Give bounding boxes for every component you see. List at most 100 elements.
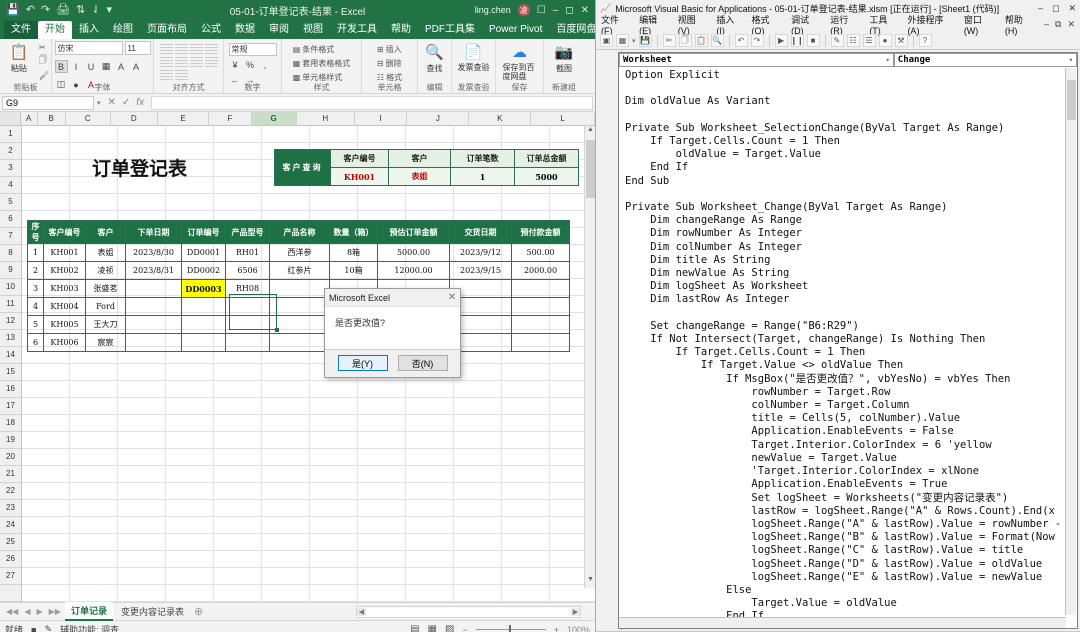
tab-file[interactable]: 文件 <box>4 21 38 39</box>
row-header[interactable] <box>0 585 21 602</box>
child-close-icon[interactable]: ✕ <box>1067 19 1075 30</box>
vertical-scrollbar[interactable]: ▲ ▼ <box>584 126 595 588</box>
scroll-right-icon[interactable]: ▶ <box>571 607 580 616</box>
ribbon-tabs[interactable]: 文件 开始 插入 绘图 页面布局 公式 数据 审阅 视图 开发工具 帮助 PDF… <box>0 20 595 39</box>
procedure-combo[interactable]: Change ▾ <box>893 53 1077 67</box>
row-header[interactable]: 22 <box>0 483 21 500</box>
bold-button[interactable]: B <box>54 60 68 73</box>
row-header[interactable]: 15 <box>0 364 21 381</box>
wrap-text-icon[interactable] <box>159 69 173 80</box>
name-box[interactable]: G9 <box>2 95 94 110</box>
cell-prepayment[interactable]: 2000.00 <box>511 261 570 280</box>
menu-tools[interactable]: 工具(T) <box>869 13 898 36</box>
active-cell-selection[interactable] <box>229 294 279 332</box>
child-restore-icon[interactable]: ⧉ <box>1055 19 1061 30</box>
close-icon[interactable]: ✕ <box>1068 3 1076 14</box>
cell-customer-id[interactable]: KH005 <box>43 315 86 334</box>
cell-product-name[interactable] <box>269 279 330 298</box>
column-header-H[interactable]: H <box>297 112 355 125</box>
cell-product-model[interactable] <box>225 333 270 352</box>
row-header[interactable]: 23 <box>0 500 21 517</box>
cell-order-id[interactable] <box>181 315 226 334</box>
table-row[interactable]: 6 KH006 宸宸 <box>27 333 570 352</box>
row-header[interactable]: 27 <box>0 568 21 585</box>
row-header[interactable]: 26 <box>0 551 21 568</box>
copy-button[interactable]: 🗍 <box>39 55 49 67</box>
save-icon[interactable]: 💾 <box>638 34 652 47</box>
tab-data[interactable]: 数据 <box>228 21 262 39</box>
cell-prepayment[interactable]: 500.00 <box>511 243 570 262</box>
cell-prepayment[interactable] <box>511 279 570 298</box>
column-header-B[interactable]: B <box>38 112 66 125</box>
query-value-customer[interactable]: 表姐 <box>388 167 451 186</box>
format-painter-button[interactable]: 🖌 <box>39 69 49 81</box>
cell-customer[interactable]: 王大刀 <box>85 315 126 334</box>
align-center-icon[interactable] <box>174 56 188 67</box>
undo-icon[interactable]: ↶ <box>26 4 35 16</box>
find-icon[interactable]: 🔍 <box>710 34 724 47</box>
code-vertical-scrollbar[interactable] <box>1065 68 1076 615</box>
cell-customer-id[interactable]: KH006 <box>43 333 86 352</box>
table-row[interactable]: 3 KH003 张盛茗 DD0003 RH08 <box>27 279 570 298</box>
prev-sheet-icon[interactable]: ◀ <box>22 607 32 616</box>
normal-view-icon[interactable]: ▤ <box>410 624 419 632</box>
column-header-E[interactable]: E <box>158 112 210 125</box>
row-header[interactable]: 16 <box>0 381 21 398</box>
cell-amount[interactable]: 5000.00 <box>377 243 450 262</box>
row-header[interactable]: 13 <box>0 330 21 347</box>
formula-input[interactable] <box>151 95 593 110</box>
help-icon[interactable]: ? <box>918 34 932 47</box>
sheet-tab-order-records[interactable]: 订单记录 <box>64 602 113 621</box>
cell-customer-id[interactable]: KH003 <box>43 279 86 298</box>
excel-message-dialog[interactable]: Microsoft Excel ✕ 是否更改值? 是(Y) 否(N) <box>324 288 461 378</box>
insert-dropdown-icon[interactable]: ▾ <box>632 37 636 45</box>
cut-button[interactable]: ✂ <box>39 41 49 53</box>
grid-body[interactable]: 1 2 3 4 5 6 7 8 9 10 11 12 13 14 15 16 1 <box>0 126 595 602</box>
currency-button[interactable]: ¥ <box>229 58 242 71</box>
stop-icon[interactable]: ■ <box>806 34 820 47</box>
menu-addins[interactable]: 外接程序(A) <box>907 13 954 36</box>
cell-customer-id[interactable]: KH001 <box>43 243 86 262</box>
menu-help[interactable]: 帮助(H) <box>1005 13 1035 36</box>
child-minimize-icon[interactable]: – <box>1044 19 1049 30</box>
menu-insert[interactable]: 插入(I) <box>716 13 742 36</box>
code-scroll-thumb[interactable] <box>1067 80 1076 120</box>
row-header[interactable]: 8 <box>0 245 21 262</box>
row-header[interactable]: 12 <box>0 313 21 330</box>
cell-order-id[interactable] <box>181 333 226 352</box>
cell-delivery-date[interactable]: 2023/9/12 <box>449 243 512 262</box>
shrink-font-button[interactable]: A <box>130 60 143 73</box>
close-icon[interactable]: ✕ <box>581 5 589 16</box>
tab-draw[interactable]: 绘图 <box>106 21 140 39</box>
name-box-dropdown-icon[interactable]: ▾ <box>97 99 101 107</box>
font-size-input[interactable]: 11 <box>124 41 151 55</box>
row-header[interactable]: 3 <box>0 160 21 177</box>
cell-customer[interactable]: Ford <box>85 297 126 316</box>
code-horizontal-scrollbar[interactable] <box>619 617 1066 628</box>
horizontal-scrollbar[interactable]: ◀ ▶ <box>356 605 581 618</box>
align-middle-icon[interactable] <box>174 43 188 54</box>
order-data-table[interactable]: 序号 客户编号 客户 下单日期 订单编号 产品型号 产品名称 数量（箱） 预估订… <box>27 220 570 352</box>
minimize-icon[interactable]: – <box>1038 3 1043 14</box>
row-header[interactable]: 24 <box>0 517 21 534</box>
cell-amount[interactable]: 12000.00 <box>377 261 450 280</box>
orientation-icon[interactable] <box>204 43 218 54</box>
zoom-in-icon[interactable]: + <box>554 625 559 632</box>
properties-icon[interactable]: ☰ <box>862 34 876 47</box>
cell-delivery-date[interactable]: 2023/9/15 <box>449 261 512 280</box>
cell-prepayment[interactable] <box>511 315 570 334</box>
sheet-tab-bar[interactable]: ◀◀ ◀ ▶ ▶▶ 订单记录 变更内容记录表 ⊕ ◀ ▶ <box>0 602 595 621</box>
row-header[interactable]: 14 <box>0 347 21 364</box>
copy-icon[interactable]: 🗍 <box>678 34 692 47</box>
table-row[interactable]: 5 KH005 王大刀 <box>27 315 570 334</box>
status-accessibility[interactable]: 辅助功能: 调查 <box>60 623 119 632</box>
tab-help[interactable]: 帮助 <box>384 21 418 39</box>
zoom-slider[interactable] <box>475 625 546 632</box>
next-sheet-icon[interactable]: ▶ <box>34 607 44 616</box>
column-header-A[interactable]: A <box>21 112 38 125</box>
row-header[interactable]: 18 <box>0 415 21 432</box>
column-header-C[interactable]: C <box>66 112 111 125</box>
cell-product-name[interactable] <box>269 333 330 352</box>
cell-order-date[interactable]: 2023/8/31 <box>125 261 182 280</box>
conditional-format-button[interactable]: ▤ 条件格式 <box>293 44 335 55</box>
